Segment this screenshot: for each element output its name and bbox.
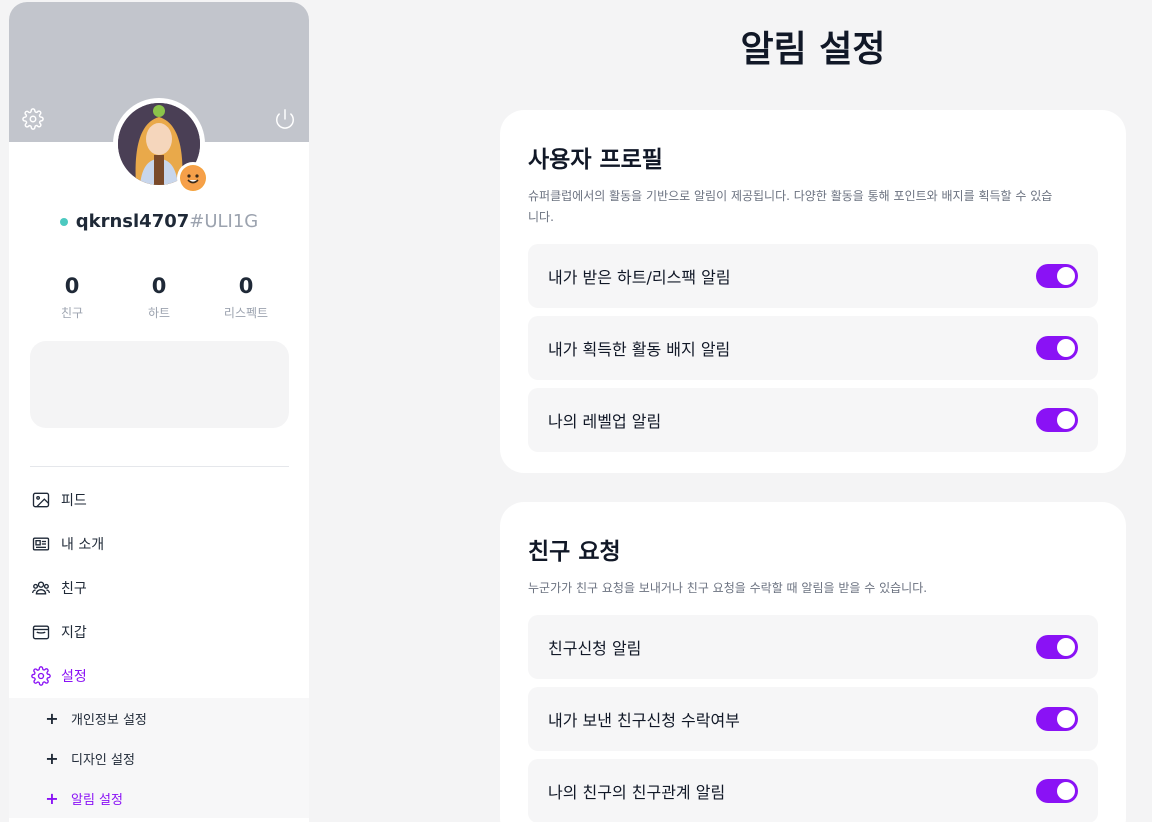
stat-value: 0 — [151, 274, 167, 298]
online-status-dot — [59, 217, 68, 226]
sidebar-menu: 피드 내 소개 친구 지갑 설정 + 개인정보 설정 + 디자인 설정 + 알림… — [9, 478, 309, 818]
sidebar-item-label: 내 소개 — [61, 537, 105, 553]
toggle-switch[interactable] — [1036, 779, 1078, 803]
toggle-row-badge: 내가 획득한 활동 배지 알림 — [528, 316, 1098, 380]
submenu-item-design[interactable]: + 디자인 설정 — [9, 738, 309, 778]
plus-icon: + — [45, 708, 59, 728]
stat-hearts[interactable]: 0 하트 — [116, 274, 202, 321]
gear-icon — [31, 666, 51, 686]
page-title: 알림 설정 — [740, 29, 886, 70]
toggle-row-friend-request: 친구신청 알림 — [528, 615, 1098, 679]
toggle-label: 내가 보낸 친구신청 수락여부 — [548, 711, 740, 730]
toggle-switch[interactable] — [1036, 336, 1078, 360]
section-title: 사용자 프로필 — [528, 147, 663, 173]
profile-stats: 0 친구 0 하트 0 리스펙트 — [29, 274, 289, 321]
sidebar-item-friends[interactable]: 친구 — [9, 566, 309, 610]
section-friend-requests: 친구 요청 누군가가 친구 요청을 보내거나 친구 요청을 수락할 때 알림을 … — [500, 502, 1126, 822]
bio-box — [30, 341, 289, 428]
image-icon — [32, 492, 50, 508]
section-description: 누군가가 친구 요청을 보내거나 친구 요청을 수락할 때 알림을 받을 수 있… — [528, 581, 928, 595]
toggle-label: 내가 받은 하트/리스팩 알림 — [548, 268, 731, 287]
sidebar-item-label: 피드 — [61, 493, 87, 509]
section-user-profile: 사용자 프로필 슈퍼클럽에서의 활동을 기반으로 알림이 제공됩니다. 다양한 … — [500, 110, 1126, 473]
friends-icon — [32, 581, 50, 595]
submenu-item-label: 알림 설정 — [71, 792, 123, 808]
stat-respect[interactable]: 0 리스펙트 — [203, 274, 289, 321]
settings-submenu: + 개인정보 설정 + 디자인 설정 + 알림 설정 — [9, 698, 309, 818]
section-title: 친구 요청 — [528, 539, 621, 565]
toggle-switch[interactable] — [1036, 707, 1078, 731]
stat-friends[interactable]: 0 친구 — [29, 274, 115, 321]
sidebar-item-label: 친구 — [61, 581, 87, 597]
stat-value: 0 — [64, 274, 80, 298]
submenu-item-label: 디자인 설정 — [71, 752, 135, 768]
toggle-label: 내가 획득한 활동 배지 알림 — [548, 340, 731, 359]
username-row: qkrnsl4707 #ULI1G — [9, 211, 309, 232]
submenu-item-notifications[interactable]: + 알림 설정 — [9, 778, 309, 818]
stat-label: 리스펙트 — [223, 306, 269, 320]
power-icon[interactable] — [274, 108, 296, 130]
toggle-switch[interactable] — [1036, 264, 1078, 288]
sidebar: qkrnsl4707 #ULI1G 0 친구 0 하트 0 리스펙트 피드 내 … — [9, 2, 309, 822]
plus-icon: + — [45, 788, 59, 808]
submenu-item-label: 개인정보 설정 — [71, 712, 147, 728]
divider — [30, 466, 289, 467]
user-tag: #ULI1G — [189, 211, 259, 232]
toggle-switch[interactable] — [1036, 408, 1078, 432]
toggle-label: 나의 친구의 친구관계 알림 — [548, 783, 726, 802]
toggle-row-levelup: 나의 레벨업 알림 — [528, 388, 1098, 452]
toggle-row-friend-of-friend: 나의 친구의 친구관계 알림 — [528, 759, 1098, 822]
sidebar-item-wallet[interactable]: 지갑 — [9, 610, 309, 654]
stat-label: 친구 — [60, 306, 84, 320]
wallet-icon — [32, 625, 50, 640]
sidebar-item-label: 설정 — [61, 669, 87, 685]
toggle-row-heart-respect: 내가 받은 하트/리스팩 알림 — [528, 244, 1098, 308]
toggle-row-request-accepted: 내가 보낸 친구신청 수락여부 — [528, 687, 1098, 751]
sidebar-item-feed[interactable]: 피드 — [9, 478, 309, 522]
username: qkrnsl4707 — [75, 211, 190, 232]
submenu-item-privacy[interactable]: + 개인정보 설정 — [9, 698, 309, 738]
toggle-switch[interactable] — [1036, 635, 1078, 659]
toggle-label: 나의 레벨업 알림 — [548, 412, 662, 431]
plus-icon: + — [45, 748, 59, 768]
sidebar-item-label: 지갑 — [61, 625, 87, 641]
level-badge-icon — [177, 162, 209, 194]
stat-value: 0 — [238, 274, 254, 298]
id-card-icon — [32, 537, 50, 551]
section-description: 슈퍼클럽에서의 활동을 기반으로 알림이 제공됩니다. 다양한 활동을 통해 포… — [528, 189, 1053, 224]
settings-gear-icon[interactable] — [22, 108, 44, 130]
stat-label: 하트 — [147, 306, 171, 320]
toggle-label: 친구신청 알림 — [548, 639, 642, 658]
sidebar-item-settings[interactable]: 설정 — [9, 654, 309, 698]
sidebar-item-about[interactable]: 내 소개 — [9, 522, 309, 566]
